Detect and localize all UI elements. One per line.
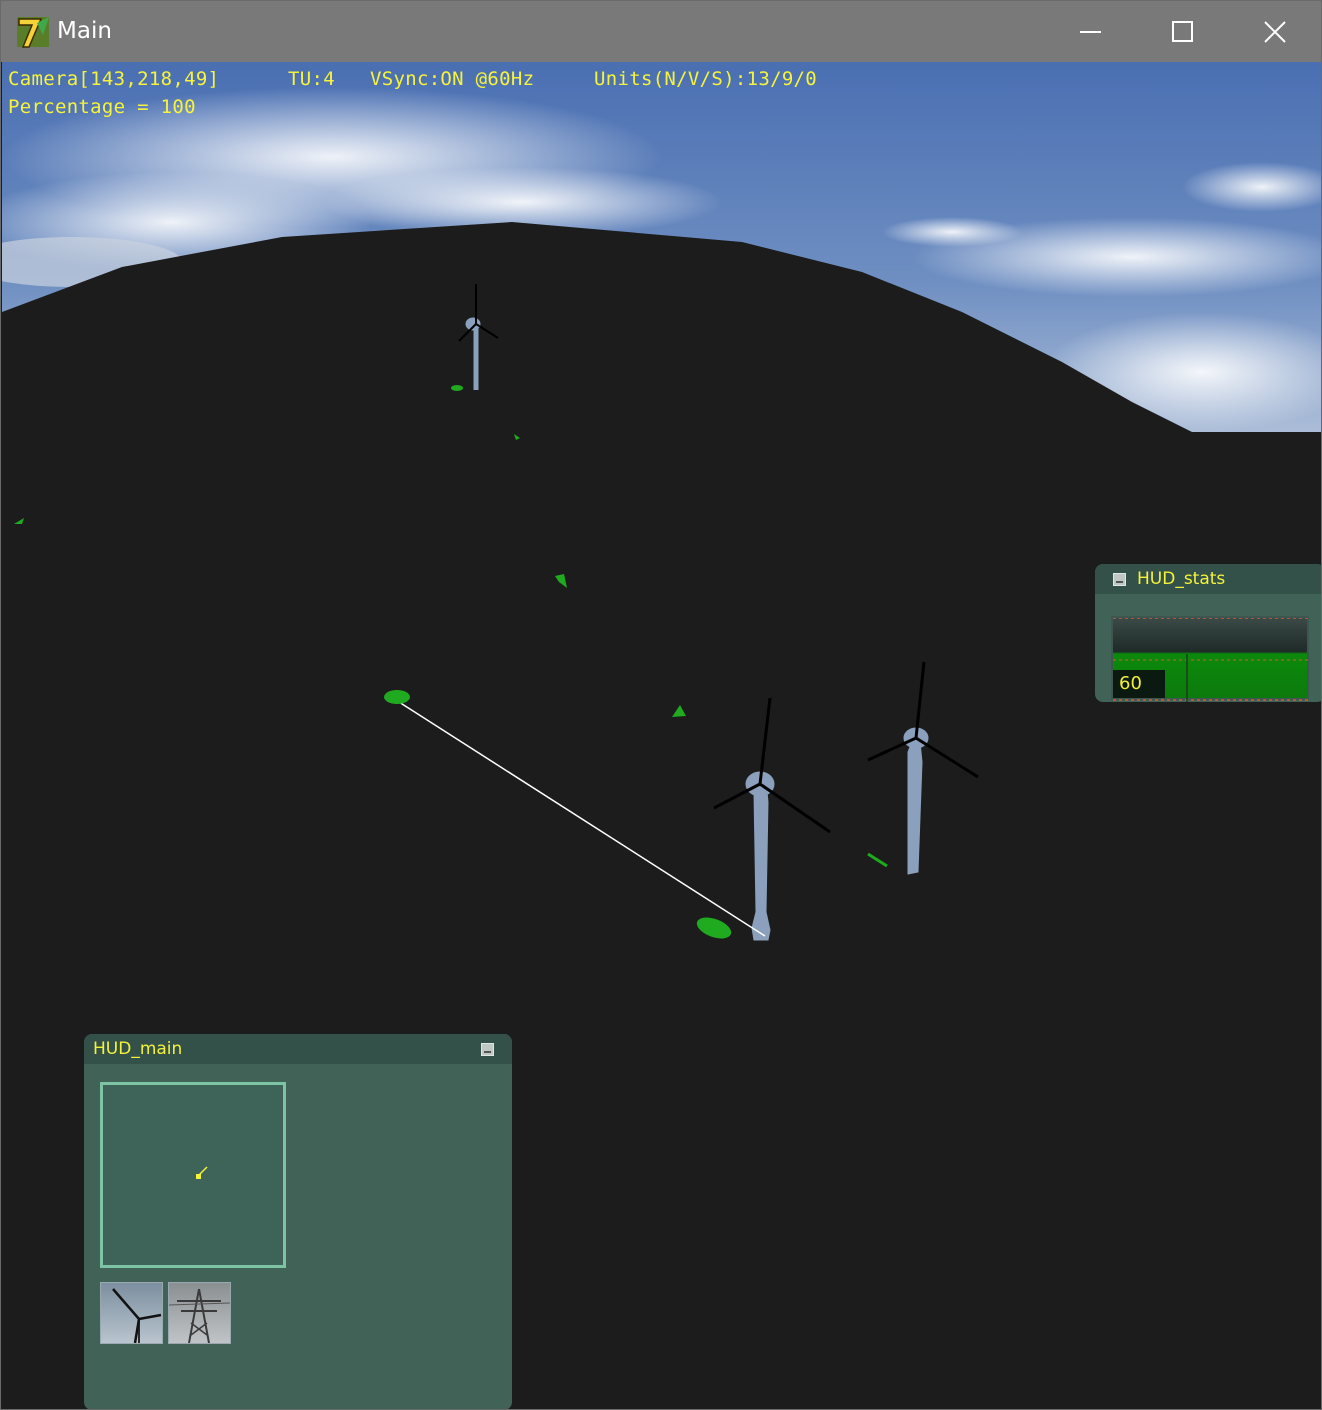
hud-main-minimize-button[interactable] <box>481 1043 494 1056</box>
minimap-camera-marker <box>196 1166 208 1179</box>
minimize-icon <box>1080 31 1101 33</box>
window-title: Main <box>57 18 112 44</box>
hud-stats-panel[interactable]: HUD_stats 60 <box>1095 564 1321 702</box>
hud-main-header[interactable]: HUD_main <box>84 1034 512 1064</box>
maximize-icon <box>1172 21 1193 42</box>
fps-graph: 60 <box>1111 616 1309 702</box>
hud-stats-header[interactable]: HUD_stats <box>1095 564 1321 594</box>
hud-stats-minimize-button[interactable] <box>1113 573 1126 586</box>
percentage-readout: Percentage = 100 <box>8 96 196 118</box>
fps-value: 60 <box>1113 670 1165 698</box>
build-power-pylon-button[interactable] <box>168 1282 231 1344</box>
hud-main-title: HUD_main <box>93 1039 183 1059</box>
units-readout: Units(N/V/S):13/9/0 <box>594 68 818 90</box>
minimize-button[interactable] <box>1044 1 1136 62</box>
tu-readout: TU:4 <box>288 68 335 90</box>
title-bar[interactable]: Main <box>1 1 1321 62</box>
build-wind-turbine-button[interactable] <box>100 1282 163 1344</box>
app-window: Main Camera[143,218,49] TU:4 VSync:ON @6… <box>0 0 1322 1410</box>
minimap[interactable] <box>100 1082 286 1268</box>
vsync-readout: VSync:ON @60Hz <box>370 68 535 90</box>
wind-turbine-icon <box>112 1288 162 1343</box>
close-icon <box>1264 21 1286 43</box>
unit-vehicle <box>384 690 410 704</box>
camera-readout: Camera[143,218,49] <box>8 68 220 90</box>
app-logo-icon <box>17 17 49 48</box>
close-button[interactable] <box>1228 1 1320 62</box>
hud-stats-title: HUD_stats <box>1137 569 1226 589</box>
hud-main-panel[interactable]: HUD_main <box>84 1034 512 1409</box>
3d-viewport[interactable]: Camera[143,218,49] TU:4 VSync:ON @60Hz U… <box>2 62 1321 1409</box>
power-pylon-icon <box>169 1288 230 1343</box>
unit-vehicle <box>451 385 463 391</box>
maximize-button[interactable] <box>1136 1 1228 62</box>
